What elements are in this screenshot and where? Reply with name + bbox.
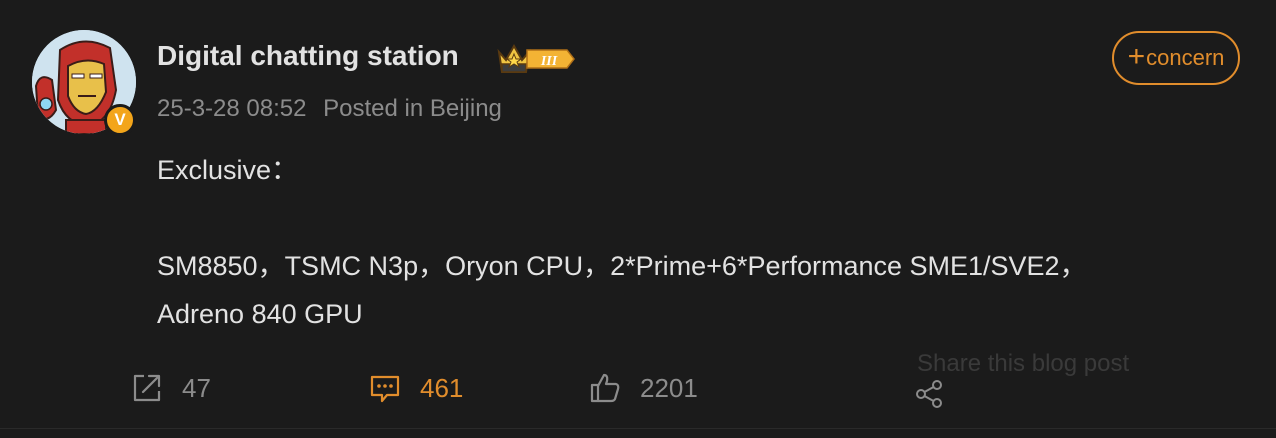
like-count: 2201 [640, 372, 698, 403]
weibo-post-card: V Digital chatting station III 25-3-28 0… [0, 0, 1276, 438]
follow-button[interactable]: + concern [1112, 31, 1240, 85]
action-bar: 47 461 2201 [0, 368, 1276, 412]
rank-badge-label: III [540, 54, 558, 69]
share-button[interactable] [913, 374, 945, 414]
crown-icon: III [497, 43, 575, 73]
post-location: Posted in Beijing [323, 95, 502, 122]
share-icon [916, 380, 942, 408]
verified-badge: V [104, 104, 136, 136]
repost-count: 47 [182, 372, 211, 403]
like-button[interactable]: 2201 [588, 368, 698, 408]
thumbs-up-icon [590, 373, 620, 403]
comment-count: 461 [420, 372, 464, 403]
post-body: Exclusive： SM8850，TSMC N3p，Oryon CPU，2*P… [157, 146, 1217, 338]
follow-button-label: concern [1146, 45, 1225, 70]
author-name[interactable]: Digital chatting station [157, 40, 459, 72]
repost-button[interactable]: 47 [130, 368, 211, 408]
comment-button[interactable]: 461 [368, 368, 463, 408]
post-text-line: Adreno 840 GPU [157, 299, 363, 329]
post-text-line: Exclusive： [157, 155, 299, 185]
repost-icon [133, 374, 161, 402]
plus-icon: + [1127, 39, 1146, 73]
divider [0, 428, 1276, 429]
comment-icon [370, 375, 400, 403]
post-text-line: SM8850，TSMC N3p，Oryon CPU，2*Prime+6*Perf… [157, 251, 1087, 281]
post-meta: 25-3-28 08:52 Posted in Beijing [157, 95, 502, 123]
post-timestamp: 25-3-28 08:52 [157, 95, 307, 122]
